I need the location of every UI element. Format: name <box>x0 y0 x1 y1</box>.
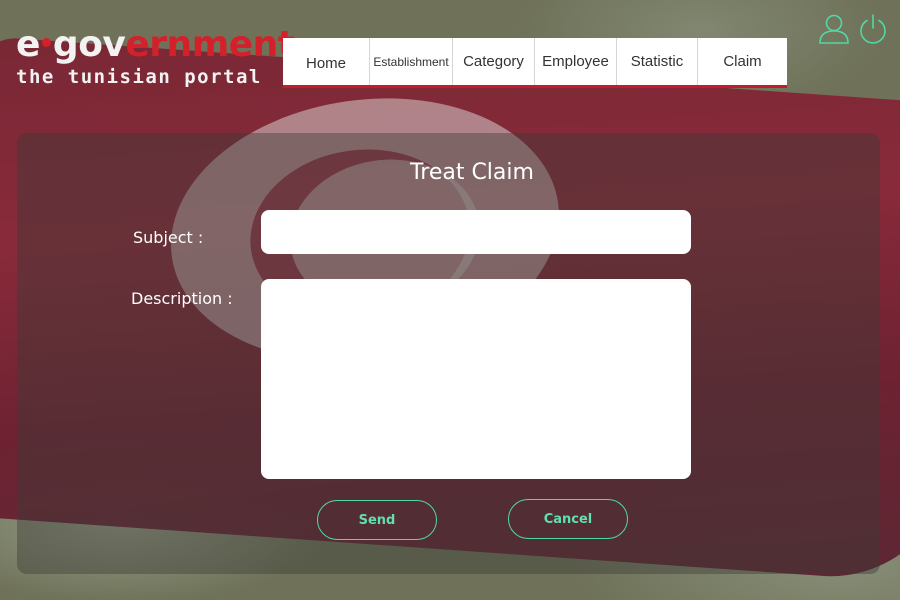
nav-item-establishment[interactable]: Establishment <box>370 38 453 85</box>
page-title: Treat Claim <box>410 160 534 185</box>
logo-title: e government <box>16 24 295 65</box>
nav-item-employee[interactable]: Employee <box>535 38 617 85</box>
nav-item-home[interactable]: Home <box>283 38 370 85</box>
user-icon[interactable] <box>817 12 851 46</box>
nav-item-category[interactable]: Category <box>453 38 535 85</box>
logo-red-part: ernment <box>125 24 295 65</box>
logo-white-part: gov <box>52 24 126 65</box>
logo-dot <box>41 37 51 47</box>
main-nav: Home Establishment Category Employee Sta… <box>283 38 787 88</box>
nav-item-statistic[interactable]: Statistic <box>617 38 698 85</box>
subject-input[interactable] <box>261 210 691 254</box>
description-label: Description : <box>131 289 233 308</box>
logo[interactable]: e government the tunisian portal <box>16 24 295 89</box>
send-button[interactable]: Send <box>317 500 437 540</box>
logo-prefix: e <box>16 24 40 65</box>
nav-item-claim[interactable]: Claim <box>698 38 787 85</box>
description-textarea[interactable] <box>261 279 691 479</box>
subject-label: Subject : <box>133 228 204 247</box>
cancel-button[interactable]: Cancel <box>508 499 628 539</box>
logo-tagline: the tunisian portal <box>16 66 262 88</box>
power-icon[interactable] <box>858 12 888 46</box>
